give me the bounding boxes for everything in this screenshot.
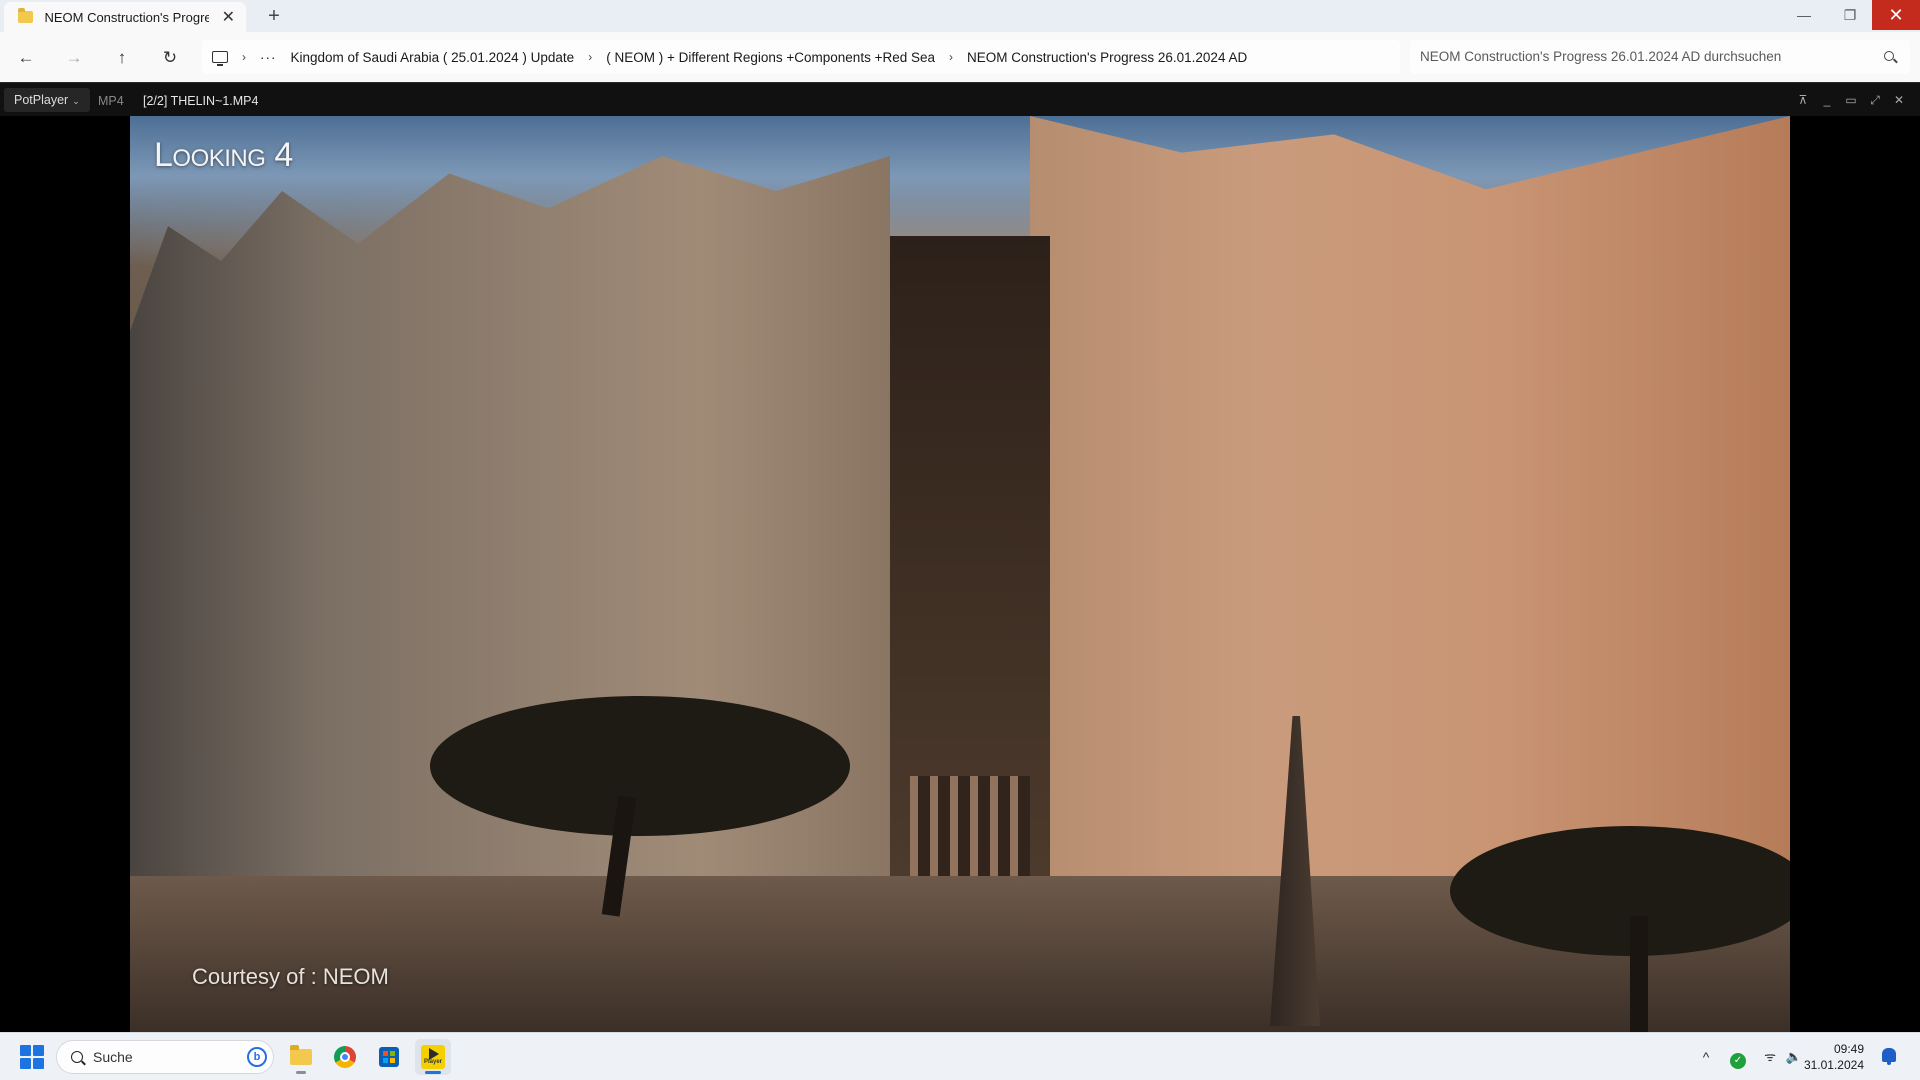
search-icon	[71, 1051, 83, 1063]
window-restore-button[interactable]: ❐	[1826, 0, 1874, 30]
potplayer-window: PotPlayer ⌄ MP4 [2/2] THELIN~1.MP4 ⊼ _ ▭ …	[0, 82, 1920, 1032]
forward-arrow-icon[interactable]: →	[62, 46, 86, 70]
player-maximize-button[interactable]: ▭	[1842, 92, 1860, 108]
potplayer-icon: Player	[421, 1045, 445, 1069]
taskbar: Suche b Player ^ ✓ ᯤ 🔈 09:49 31.01.2024	[0, 1032, 1920, 1080]
potplayer-menu-label: PotPlayer	[14, 93, 69, 107]
explorer-tabbar: NEOM Construction's Progress ✕ + — ❐ ✕	[0, 0, 1920, 32]
tab-close-icon[interactable]: ✕	[219, 7, 238, 27]
window-minimize-button[interactable]: —	[1780, 0, 1828, 30]
this-pc-icon[interactable]	[212, 51, 228, 66]
video-overlay-credit: Courtesy of : NEOM	[192, 964, 389, 989]
security-check-icon[interactable]: ✓	[1728, 1049, 1748, 1069]
microsoft-store-icon	[379, 1047, 399, 1067]
address-bar[interactable]: › ··· Kingdom of Saudi Arabia ( 25.01.20…	[202, 40, 1400, 74]
back-arrow-icon[interactable]: ←	[14, 46, 38, 70]
video-gate-slats	[910, 776, 1030, 876]
chrome-icon	[334, 1046, 356, 1068]
video-tree-trunk-right	[1630, 916, 1648, 1032]
potplayer-menu-button[interactable]: PotPlayer ⌄	[4, 88, 90, 112]
taskbar-chrome[interactable]	[327, 1039, 363, 1075]
taskbar-search-box[interactable]: Suche b	[56, 1040, 274, 1074]
taskbar-store[interactable]	[371, 1039, 407, 1075]
pin-icon[interactable]: ⊼	[1794, 92, 1812, 108]
tray-chevron-up-icon[interactable]: ^	[1696, 1047, 1716, 1067]
clock-time: 09:49	[1833, 1042, 1864, 1056]
taskbar-clock[interactable]: 09:49 31.01.2024	[1800, 1041, 1864, 1073]
breadcrumb-item[interactable]: ( NEOM ) + Different Regions +Components…	[606, 50, 935, 65]
breadcrumb-separator[interactable]: ›	[242, 50, 246, 64]
video-acacia-tree-left	[430, 696, 850, 836]
breadcrumb-item-current[interactable]: NEOM Construction's Progress 26.01.2024 …	[967, 50, 1247, 65]
chevron-down-icon: ⌄	[72, 96, 80, 106]
new-tab-button[interactable]: +	[262, 4, 286, 28]
file-format-label: MP4	[98, 94, 124, 108]
security-check-glyph: ✓	[1730, 1053, 1746, 1069]
playing-file-title: [2/2] THELIN~1.MP4	[143, 94, 259, 108]
player-minimize-button[interactable]: _	[1818, 92, 1836, 108]
start-windows-icon[interactable]	[20, 1045, 44, 1069]
bing-icon[interactable]: b	[247, 1047, 267, 1067]
player-fullscreen-button[interactable]: ⤢	[1866, 92, 1884, 108]
tab-title: NEOM Construction's Progress	[44, 9, 209, 25]
wifi-icon[interactable]: ᯤ	[1760, 1047, 1780, 1067]
refresh-icon[interactable]: ↻	[158, 46, 182, 70]
video-acacia-tree-right	[1450, 826, 1790, 956]
up-arrow-icon[interactable]: ↑	[110, 46, 134, 70]
window-close-button[interactable]: ✕	[1872, 0, 1920, 30]
folder-search-input[interactable]: NEOM Construction's Progress 26.01.2024 …	[1410, 40, 1910, 74]
folder-icon	[18, 8, 34, 23]
player-titlebar: PotPlayer ⌄ MP4 [2/2] THELIN~1.MP4 ⊼ _ ▭ …	[0, 82, 1920, 116]
explorer-navbar: ← → ↑ ↻ › ··· Kingdom of Saudi Arabia ( …	[0, 32, 1920, 82]
explorer-tab[interactable]: NEOM Construction's Progress ✕	[4, 2, 246, 32]
breadcrumb-separator[interactable]: ›	[588, 50, 592, 64]
taskbar-potplayer[interactable]: Player	[415, 1039, 451, 1075]
video-frame[interactable]: Looking 4 Courtesy of : NEOM	[130, 116, 1790, 1032]
breadcrumb-separator[interactable]: ›	[949, 50, 953, 64]
video-overlay-title: Looking 4	[154, 136, 293, 174]
taskbar-search-label: Suche	[93, 1049, 133, 1065]
player-close-button[interactable]: ✕	[1890, 92, 1908, 108]
breadcrumb-item[interactable]: Kingdom of Saudi Arabia ( 25.01.2024 ) U…	[291, 50, 575, 65]
notification-bell-icon[interactable]	[1882, 1048, 1896, 1065]
file-explorer-icon	[290, 1045, 312, 1065]
search-icon[interactable]	[1884, 51, 1894, 61]
breadcrumb-overflow-icon[interactable]: ···	[260, 50, 277, 65]
clock-date: 31.01.2024	[1803, 1058, 1864, 1072]
taskbar-file-explorer[interactable]	[283, 1039, 319, 1075]
